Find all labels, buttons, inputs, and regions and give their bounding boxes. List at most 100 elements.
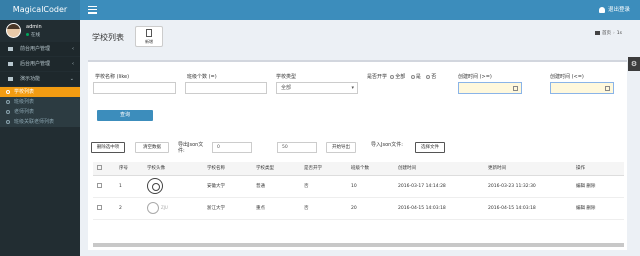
header-open[interactable]: 是否开学	[300, 162, 347, 176]
header-created[interactable]: 创建时间	[394, 162, 484, 176]
clear-data-button[interactable]: 清空数据	[135, 142, 169, 153]
user-status: 在线	[26, 32, 40, 38]
row-name: 浙江大学	[203, 197, 252, 220]
school-table: 序号 学校头像 学校名称 学校类型 是否开学 班级个数 创建时间 更新时间 操作…	[93, 162, 624, 220]
class-count-label: 班级个数 (=)	[187, 74, 217, 80]
row-created: 2016-03-17 14:14:28	[394, 175, 484, 198]
circle-icon	[6, 100, 10, 104]
row-index: 2	[115, 197, 143, 220]
main-box: 学校名称 (like) 班级个数 (=) 学校类型 是否开学 全部 是 否 创建…	[88, 60, 627, 250]
choose-file-button[interactable]: 选择文件	[415, 142, 445, 153]
sidebar: admin 在线 前台用户管理 ‹ 后台用户管理 ‹ 演示功能 ⌄ 学校列表 班级列表…	[0, 20, 80, 256]
export-button[interactable]: 开始导出	[326, 142, 356, 153]
horizontal-scrollbar[interactable]	[93, 243, 624, 247]
menu-toggle-icon[interactable]	[88, 6, 97, 14]
row-checkbox[interactable]	[97, 204, 102, 210]
import-label: 导入Json文件:	[371, 142, 403, 148]
content-header: 学校列表 新增 首页 › 1s	[80, 20, 640, 53]
school-type-label: 学校类型	[276, 74, 297, 80]
header-name[interactable]: 学校名称	[203, 162, 252, 176]
delete-selected-button[interactable]: 删除选中项	[91, 142, 125, 153]
settings-gear-icon[interactable]: ⚙	[628, 57, 640, 71]
row-created: 2016-04-15 14:03:18	[394, 197, 484, 220]
home-icon	[594, 30, 600, 35]
class-count-input[interactable]	[185, 82, 267, 94]
header-type[interactable]: 学校类型	[252, 162, 300, 176]
created-gte-input[interactable]	[458, 82, 522, 94]
user-panel: admin 在线	[0, 20, 80, 42]
row-actions[interactable]: 编辑 删除	[572, 175, 624, 198]
radio-yes[interactable]	[410, 74, 415, 79]
sidebar-item-class-list[interactable]: 班级列表	[0, 97, 80, 107]
created-lte-input[interactable]	[550, 82, 614, 94]
new-document-icon	[146, 29, 152, 37]
school-name-label: 学校名称 (like)	[95, 74, 130, 80]
circle-icon	[6, 120, 10, 124]
row-checkbox[interactable]	[97, 182, 102, 188]
export-to-input[interactable]: 50	[277, 142, 317, 153]
breadcrumb-home[interactable]: 首页	[602, 31, 611, 36]
table-header-row: 序号 学校头像 学校名称 学校类型 是否开学 班级个数 创建时间 更新时间 操作	[93, 162, 624, 176]
avatar	[6, 23, 21, 38]
header-index[interactable]: 序号	[115, 162, 143, 176]
header-select[interactable]	[93, 162, 115, 176]
row-name: 安徽大学	[203, 175, 252, 198]
is-open-label: 是否开学 全部 是 否	[367, 74, 437, 80]
school-type-select[interactable]: 全部 ▾	[276, 82, 358, 94]
row-index: 1	[115, 175, 143, 198]
sidebar-menu: 前台用户管理 ‹ 后台用户管理 ‹ 演示功能 ⌄ 学校列表 班级列表 老师列表 班级关…	[0, 42, 80, 127]
row-class-count: 20	[347, 197, 394, 220]
circle-icon	[6, 90, 10, 94]
school-name-input[interactable]	[93, 82, 176, 94]
export-label: 导出Json文件:	[178, 142, 204, 154]
row-updated: 2016-03-23 11:32:30	[484, 175, 572, 198]
school-logo-image	[147, 178, 163, 194]
user-name: admin	[26, 24, 42, 30]
sidebar-item-school-list[interactable]: 学校列表	[0, 87, 80, 97]
row-open: 否	[300, 175, 347, 198]
circle-icon	[6, 110, 10, 114]
query-button[interactable]: 查询	[97, 110, 153, 121]
logout-link[interactable]: 退出登录	[598, 0, 630, 20]
scrollbar-thumb[interactable]	[93, 243, 624, 247]
radio-no[interactable]	[426, 74, 431, 79]
sidebar-item-demo[interactable]: 演示功能 ⌄	[0, 72, 80, 86]
row-type: 普通	[252, 175, 300, 198]
users-icon	[8, 62, 13, 66]
breadcrumb: 首页 › 1s	[594, 30, 622, 36]
table-row: 1 安徽大学 普通 否 10 2016-03-17 14:14:28 2016-…	[93, 175, 624, 198]
export-from-input[interactable]: 0	[212, 142, 252, 153]
header-logo[interactable]: 学校头像	[143, 162, 203, 176]
table-row: 2 ZJU 浙江大学 重点 否 20 2016-04-15 14:03:18 2…	[93, 197, 624, 220]
select-all-checkbox[interactable]	[97, 164, 102, 170]
sidebar-item-teacher-list[interactable]: 老师列表	[0, 107, 80, 117]
breadcrumb-current: 1s	[616, 31, 622, 36]
user-icon	[598, 6, 605, 13]
online-dot-icon	[26, 33, 29, 36]
row-actions[interactable]: 编辑 删除	[572, 197, 624, 220]
top-navbar: MagicalCoder 退出登录	[0, 0, 640, 20]
calendar-icon	[605, 86, 610, 91]
chevron-down-icon: ⌄	[69, 76, 74, 82]
caret-down-icon: ▾	[351, 85, 354, 91]
row-updated: 2016-04-15 14:03:18	[484, 197, 572, 220]
users-icon	[8, 47, 13, 51]
header-updated[interactable]: 更新时间	[484, 162, 572, 176]
calendar-icon	[513, 86, 518, 91]
radio-all[interactable]	[390, 74, 395, 79]
row-type: 重点	[252, 197, 300, 220]
chevron-left-icon: ‹	[72, 61, 74, 67]
sidebar-item-class-teacher-list[interactable]: 班级关联老师列表	[0, 117, 80, 127]
row-class-count: 10	[347, 175, 394, 198]
header-class-count[interactable]: 班级个数	[347, 162, 394, 176]
header-actions: 操作	[572, 162, 624, 176]
sidebar-item-frontend-users[interactable]: 前台用户管理 ‹	[0, 42, 80, 56]
created-lte-label: 创建时间 (<=)	[550, 74, 584, 80]
school-logo-image: ZJU	[147, 201, 175, 215]
add-button[interactable]: 新增	[135, 26, 163, 47]
app-logo[interactable]: MagicalCoder	[0, 0, 80, 20]
demo-icon	[8, 77, 13, 81]
row-open: 否	[300, 197, 347, 220]
sidebar-item-backend-users[interactable]: 后台用户管理 ‹	[0, 57, 80, 71]
page-title: 学校列表	[92, 33, 124, 42]
